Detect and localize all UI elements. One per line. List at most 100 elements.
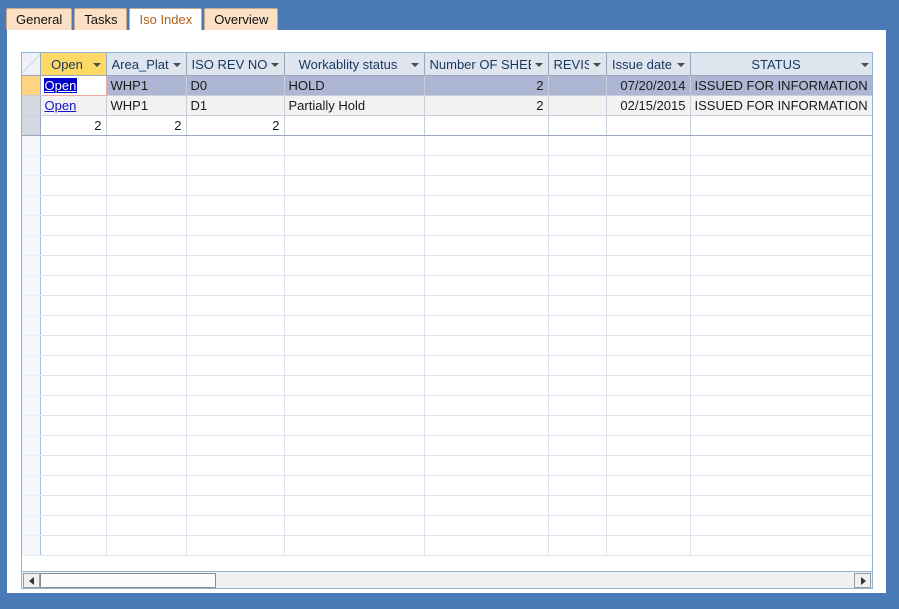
empty-cell[interactable] [690,175,872,196]
empty-cell[interactable] [284,435,425,456]
chevron-down-icon[interactable] [410,59,421,70]
cell-revis[interactable] [548,75,607,96]
empty-cell[interactable] [186,455,285,476]
empty-cell[interactable] [548,355,607,376]
empty-cell[interactable] [106,415,187,436]
cell-iso-rev-no[interactable]: D1 [186,95,285,116]
empty-cell[interactable] [40,195,107,216]
totals-cell-workablity-status[interactable] [284,115,425,136]
chevron-down-icon[interactable] [172,59,183,70]
totals-cell-iso-rev-no[interactable]: 2 [186,115,285,136]
empty-cell[interactable] [106,535,187,556]
empty-cell[interactable] [690,235,872,256]
empty-row[interactable] [22,135,872,156]
totals-cell-status[interactable] [690,115,872,136]
empty-row[interactable] [22,415,872,436]
empty-cell[interactable] [690,435,872,456]
empty-cell[interactable] [690,455,872,476]
empty-cell[interactable] [284,175,425,196]
empty-cell[interactable] [186,395,285,416]
empty-cell[interactable] [606,395,691,416]
empty-row[interactable] [22,195,872,216]
record-selector[interactable] [22,155,41,176]
record-selector[interactable] [22,495,41,516]
empty-cell[interactable] [40,455,107,476]
empty-cell[interactable] [606,455,691,476]
empty-cell[interactable] [186,295,285,316]
empty-cell[interactable] [548,175,607,196]
empty-cell[interactable] [186,535,285,556]
empty-cell[interactable] [690,515,872,536]
empty-row[interactable] [22,235,872,256]
empty-cell[interactable] [690,275,872,296]
empty-cell[interactable] [284,155,425,176]
scroll-right-arrow-icon[interactable] [854,572,871,588]
totals-cell-number-of-sheets[interactable] [424,115,549,136]
record-selector[interactable] [22,315,41,336]
record-selector[interactable] [22,215,41,236]
column-header-area-plat[interactable]: Area_Plat [106,53,187,76]
empty-cell[interactable] [548,455,607,476]
empty-cell[interactable] [106,395,187,416]
record-selector[interactable] [22,515,41,536]
empty-cell[interactable] [690,155,872,176]
empty-cell[interactable] [606,415,691,436]
empty-cell[interactable] [106,475,187,496]
empty-cell[interactable] [186,215,285,236]
empty-cell[interactable] [40,315,107,336]
cell-open[interactable]: Open [39,75,107,96]
empty-cell[interactable] [548,515,607,536]
empty-row[interactable] [22,215,872,236]
empty-cell[interactable] [40,215,107,236]
totals-cell-issue-date[interactable] [606,115,691,136]
empty-cell[interactable] [40,175,107,196]
empty-cell[interactable] [40,415,107,436]
empty-cell[interactable] [424,515,549,536]
record-selector[interactable] [22,295,41,316]
empty-row[interactable] [22,335,872,356]
cell-status[interactable]: ISSUED FOR INFORMATION [690,75,872,96]
empty-cell[interactable] [690,475,872,496]
empty-cell[interactable] [186,135,285,156]
empty-row[interactable] [22,375,872,396]
horizontal-scroll-thumb[interactable] [40,572,216,588]
cell-status[interactable]: ISSUED FOR INFORMATION [690,95,872,116]
empty-row[interactable] [22,395,872,416]
empty-cell[interactable] [424,215,549,236]
empty-cell[interactable] [424,535,549,556]
empty-cell[interactable] [186,315,285,336]
empty-cell[interactable] [424,435,549,456]
empty-cell[interactable] [424,355,549,376]
empty-cell[interactable] [106,355,187,376]
empty-row[interactable] [22,175,872,196]
record-selector[interactable] [22,455,41,476]
column-header-workablity-status[interactable]: Workablity status [284,53,425,76]
empty-cell[interactable] [606,195,691,216]
empty-cell[interactable] [606,295,691,316]
empty-cell[interactable] [284,195,425,216]
empty-row[interactable] [22,255,872,276]
record-selector[interactable] [22,395,41,416]
cell-iso-rev-no[interactable]: D0 [186,75,285,96]
empty-cell[interactable] [606,215,691,236]
empty-cell[interactable] [690,375,872,396]
empty-cell[interactable] [690,335,872,356]
empty-row[interactable] [22,295,872,316]
empty-cell[interactable] [548,315,607,336]
empty-cell[interactable] [424,415,549,436]
empty-row[interactable] [22,315,872,336]
empty-cell[interactable] [40,275,107,296]
open-hyperlink-selected-text[interactable]: Open [43,78,78,93]
empty-cell[interactable] [40,135,107,156]
totals-cell-revis[interactable] [548,115,607,136]
empty-cell[interactable] [690,295,872,316]
record-selector[interactable] [22,115,41,136]
record-selector[interactable] [22,355,41,376]
record-selector[interactable] [22,475,41,496]
empty-cell[interactable] [106,295,187,316]
empty-cell[interactable] [186,155,285,176]
empty-cell[interactable] [106,315,187,336]
empty-cell[interactable] [186,415,285,436]
chevron-down-icon[interactable] [270,59,281,70]
empty-cell[interactable] [106,455,187,476]
